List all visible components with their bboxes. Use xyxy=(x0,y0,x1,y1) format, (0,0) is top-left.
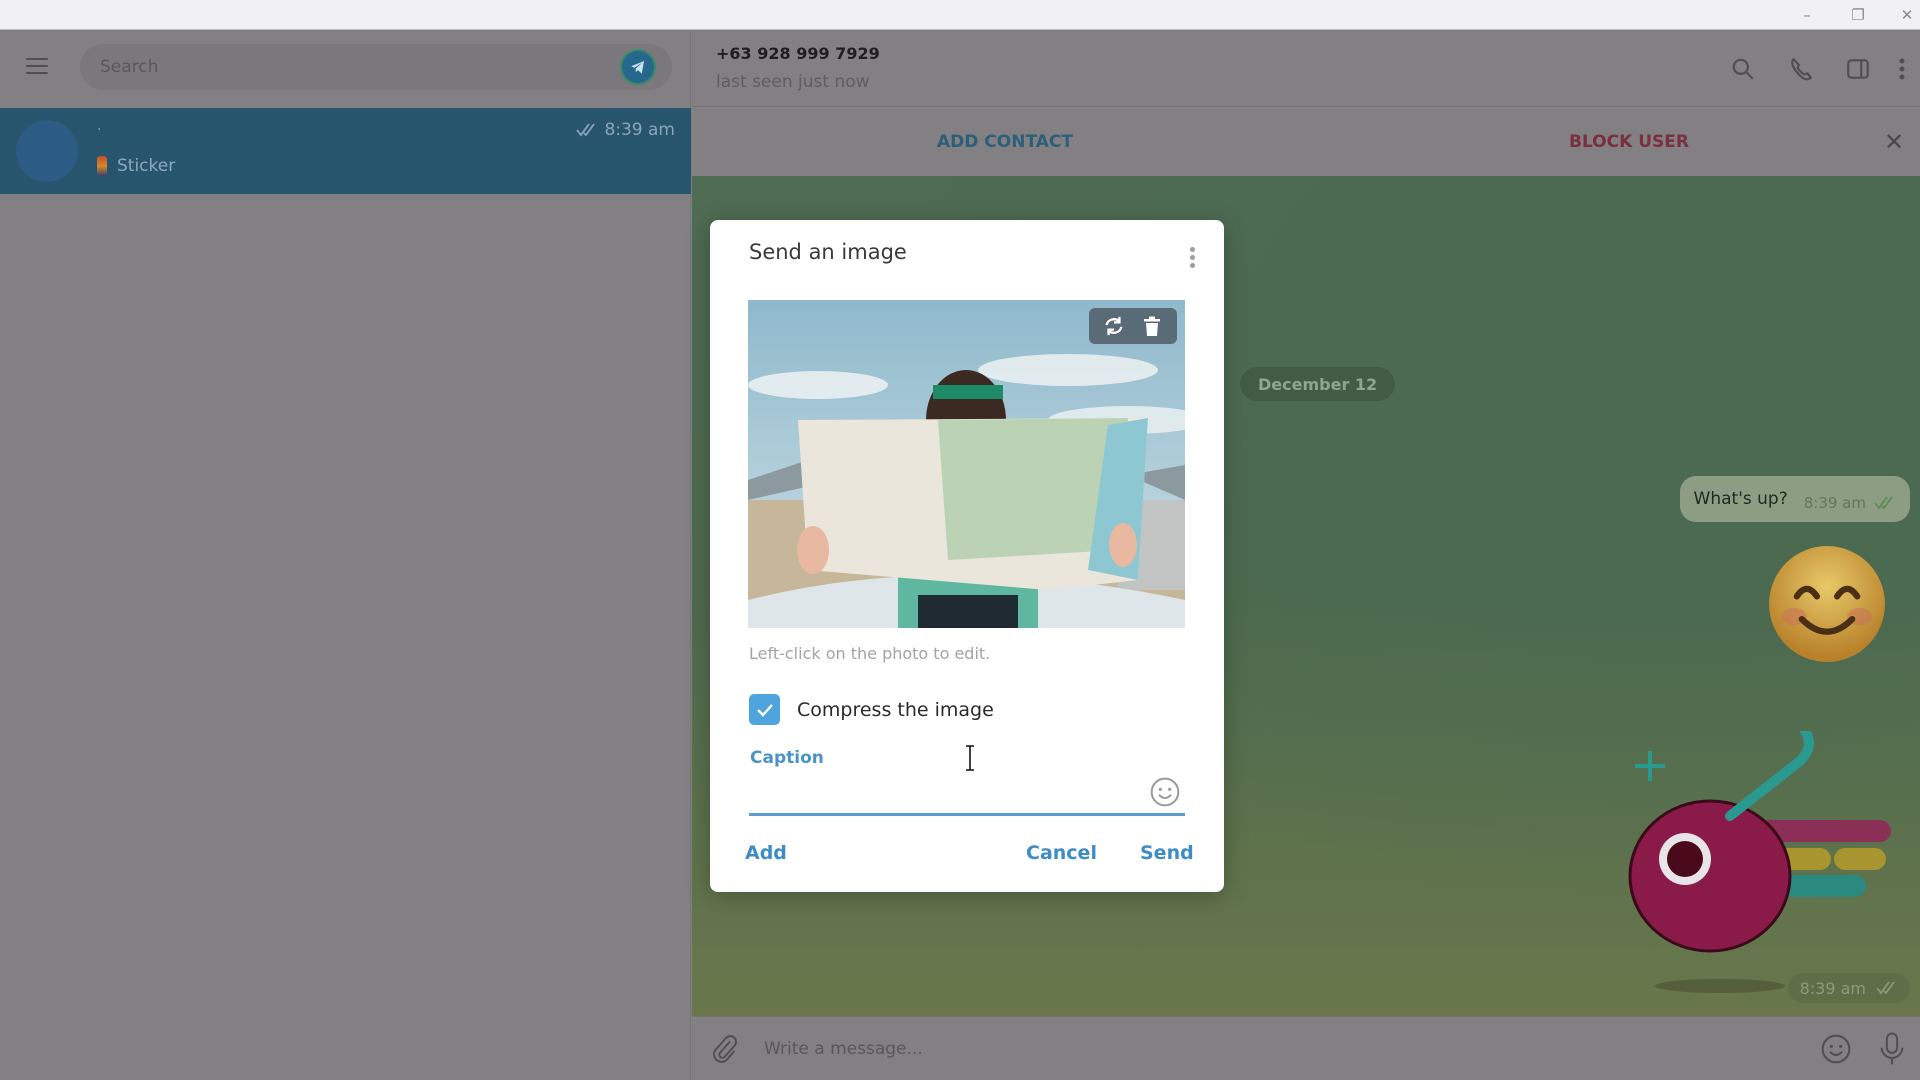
minimize-button[interactable]: – xyxy=(1784,0,1830,30)
search-icon[interactable] xyxy=(1727,53,1759,85)
photo-edit-hint: Left-click on the photo to edit. xyxy=(749,644,991,663)
hamburger-menu-icon[interactable] xyxy=(22,55,54,77)
photo-content xyxy=(748,300,1185,628)
chat-time-label: 8:39 am xyxy=(604,120,675,140)
maximize-button[interactable]: ❐ xyxy=(1835,0,1881,30)
chat-name: · xyxy=(97,122,102,138)
smiling-emoji-sticker[interactable] xyxy=(1764,541,1890,667)
chat-list-item[interactable]: · 8:39 am Sticker xyxy=(0,108,691,194)
dialog-title: Send an image xyxy=(749,240,907,264)
sidebar-toggle-icon[interactable] xyxy=(1842,53,1874,85)
close-icon[interactable]: ✕ xyxy=(1880,128,1908,156)
add-contact-button[interactable]: ADD CONTACT xyxy=(937,108,1073,176)
message-meta: 8:39 am xyxy=(1804,486,1896,512)
sticker-thumbnail-icon xyxy=(97,156,107,176)
contact-action-bar: ADD CONTACT BLOCK USER ✕ xyxy=(692,108,1920,176)
double-check-icon xyxy=(1876,981,1895,995)
date-badge: December 12 xyxy=(1240,367,1396,401)
checkbox-checked[interactable] xyxy=(749,694,780,725)
emoji-icon[interactable] xyxy=(1820,1033,1852,1065)
message-text: What's up? xyxy=(1693,489,1788,509)
replace-image-icon[interactable] xyxy=(1100,312,1128,340)
more-options-icon[interactable] xyxy=(1886,53,1918,85)
avatar xyxy=(16,120,78,182)
cancel-button[interactable]: Cancel xyxy=(1026,842,1097,864)
block-user-button[interactable]: BLOCK USER xyxy=(1569,108,1689,176)
search-box xyxy=(80,44,672,90)
chat-header: +63 928 999 7929 last seen just now xyxy=(692,31,1920,107)
chat-preview: Sticker xyxy=(97,156,175,176)
compress-image-checkbox[interactable]: Compress the image xyxy=(749,694,994,725)
chat-preview-text: Sticker xyxy=(117,156,176,176)
message-input[interactable] xyxy=(764,1017,1764,1080)
emoji-icon[interactable] xyxy=(1149,776,1181,808)
sticker-time-badge: 8:39 am xyxy=(1787,973,1910,1003)
mouse-text-cursor-icon xyxy=(966,745,974,771)
compress-label: Compress the image xyxy=(797,698,994,721)
photo-toolbar xyxy=(1089,308,1177,344)
message-time: 8:39 am xyxy=(1803,494,1866,512)
caption-label: Caption xyxy=(750,748,824,768)
microphone-icon[interactable] xyxy=(1876,1031,1908,1067)
telegram-logo-icon[interactable] xyxy=(620,49,656,85)
add-button[interactable]: Add xyxy=(745,842,787,864)
image-preview[interactable] xyxy=(748,300,1185,628)
message-composer xyxy=(692,1016,1920,1080)
peer-name[interactable]: +63 928 999 7929 xyxy=(716,44,880,63)
window-titlebar: – ❐ ✕ xyxy=(0,0,1920,30)
chat-time: 8:39 am xyxy=(576,120,675,140)
caption-input[interactable] xyxy=(749,772,1129,812)
peer-status: last seen just now xyxy=(716,72,870,92)
double-check-icon xyxy=(576,123,596,137)
delete-image-icon[interactable] xyxy=(1138,312,1166,340)
search-input[interactable] xyxy=(100,44,600,90)
checkmark-icon xyxy=(756,703,773,717)
send-image-dialog: Send an image Left-click on the photo to… xyxy=(710,220,1224,892)
double-check-icon xyxy=(1874,496,1893,510)
message-time: 8:39 am xyxy=(1799,978,1866,998)
more-options-icon[interactable] xyxy=(1182,242,1202,272)
close-window-button[interactable]: ✕ xyxy=(1884,0,1920,30)
caption-field xyxy=(749,772,1185,816)
send-button[interactable]: Send xyxy=(1140,842,1194,864)
chat-list-panel: · 8:39 am Sticker xyxy=(0,31,691,1080)
cherry-sticker[interactable] xyxy=(1620,731,1900,1001)
phone-icon[interactable] xyxy=(1785,53,1817,85)
paperclip-icon[interactable] xyxy=(710,1034,740,1064)
message-bubble[interactable]: What's up? 8:39 am xyxy=(1679,476,1910,522)
